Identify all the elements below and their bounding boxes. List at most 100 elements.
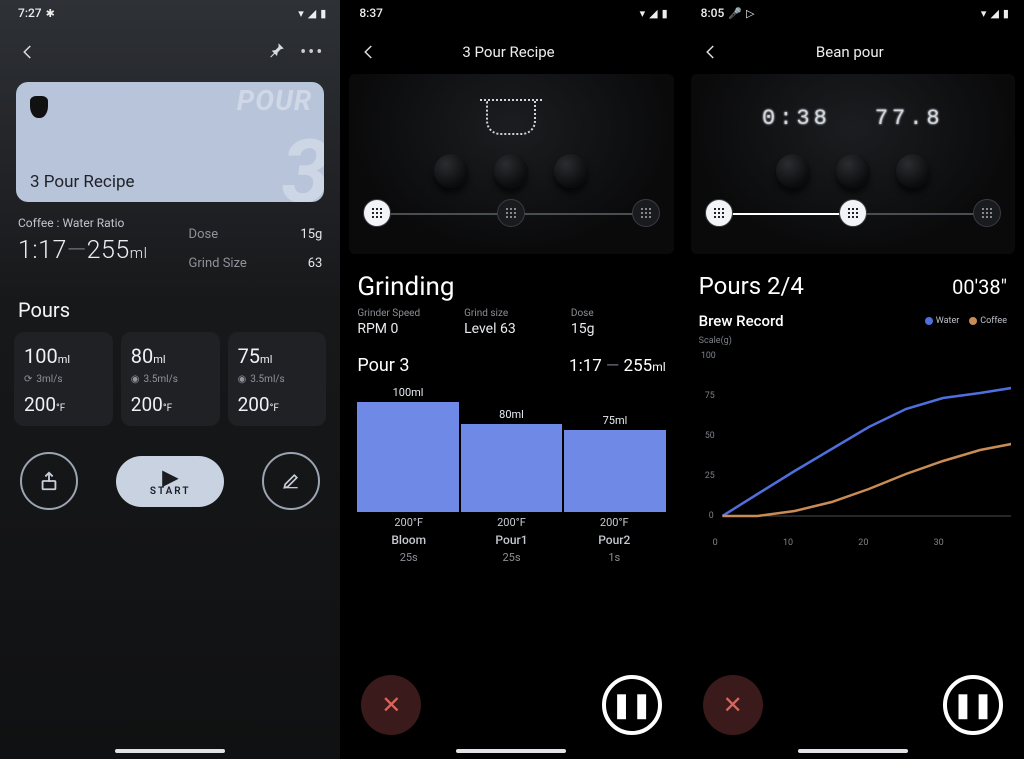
pour-tile[interactable]: 80ml ◉3.5ml/s 200°F [121, 332, 220, 426]
ratio-block: Coffee : Water Ratio 1:17—255ml Dose 15g… [0, 216, 340, 278]
step-dot[interactable] [497, 199, 525, 227]
x-axis-ticks: 0 10 20 30 [683, 536, 1023, 548]
pour-summary-row: Pour 3 1:17 — 255ml [341, 337, 681, 382]
step-dot[interactable] [839, 199, 867, 227]
knob-icon [554, 154, 588, 188]
pours-section-title: Pours [0, 278, 340, 332]
slack-icon: ✱ [46, 7, 55, 20]
legend-coffee-icon [969, 317, 977, 325]
bottom-controls: ✕ ❚❚ [683, 675, 1023, 735]
pours-progress: Pours 2/4 [699, 272, 804, 300]
dose-row: Dose 15g [189, 220, 323, 249]
pour-tile[interactable]: 100ml ⟳3ml/s 200°F [14, 332, 113, 426]
step-track [705, 194, 1001, 232]
back-button[interactable] [10, 34, 46, 70]
bar [461, 424, 562, 512]
grinding-title: Grinding [341, 254, 681, 308]
pause-button[interactable]: ❚❚ [602, 675, 662, 735]
step-track [363, 194, 659, 232]
share-button[interactable] [20, 452, 78, 510]
pause-button[interactable]: ❚❚ [943, 675, 1003, 735]
pour-tile[interactable]: 75ml ◉3.5ml/s 200°F [228, 332, 327, 426]
step-dot[interactable] [973, 199, 1001, 227]
step-dot[interactable] [632, 199, 660, 227]
step-dot[interactable] [363, 199, 391, 227]
display-timer: 0:38 [762, 106, 831, 131]
knob-icon [494, 154, 528, 188]
target-icon: ◉ [131, 374, 140, 385]
grind-row: Grind Size 63 [189, 249, 323, 278]
mic-icon: 🎤 [728, 7, 742, 20]
knob-icon [896, 154, 930, 188]
status-bar: 8:05 🎤 ▷ ▾ ◢ ▮ [683, 0, 1023, 24]
device-preview: 0:38 77.8 [691, 74, 1015, 254]
more-icon[interactable]: ••• [300, 42, 324, 63]
battery-icon: ▮ [1003, 7, 1009, 20]
y-axis-label: Scale(g) [683, 332, 1023, 346]
cup-icon [486, 101, 536, 135]
pin-icon[interactable] [268, 41, 286, 64]
wifi-icon: ▾ [981, 7, 987, 20]
app-bar: 3 Pour Recipe [341, 24, 681, 74]
signal-icon: ◢ [308, 7, 316, 20]
wifi-icon: ▾ [640, 7, 646, 20]
cancel-button[interactable]: ✕ [703, 675, 763, 735]
step-dot[interactable] [705, 199, 733, 227]
svg-text:50: 50 [705, 431, 715, 441]
cancel-button[interactable]: ✕ [361, 675, 421, 735]
screen-recipe-detail: 7:27 ✱ ▾ ◢ ▮ ••• POUR 3 3 Pour Recipe Co… [0, 0, 341, 759]
svg-text:100: 100 [701, 351, 716, 361]
ratio-value: 1:17—255ml [18, 236, 179, 265]
wifi-icon: ▾ [298, 7, 304, 20]
app-bar: Bean pour [683, 24, 1023, 74]
knob-icon [836, 154, 870, 188]
signal-icon: ◢ [990, 7, 998, 20]
home-indicator[interactable] [798, 749, 908, 753]
brew-timer: 00'38" [952, 275, 1007, 299]
chart-legend: Water Coffee [925, 316, 1007, 326]
page-title: 3 Pour Recipe [427, 43, 589, 61]
stat-dose: Dose 15g [571, 308, 666, 337]
edit-button[interactable] [262, 452, 320, 510]
status-time: 7:27 [18, 6, 42, 20]
signal-icon: ◢ [649, 7, 657, 20]
home-indicator[interactable] [456, 749, 566, 753]
app-bar: ••• [0, 24, 340, 74]
back-button[interactable] [693, 34, 729, 70]
play-store-icon: ▷ [746, 7, 754, 20]
bottom-controls: ✕ ❚❚ [341, 675, 681, 735]
brew-record-header: Brew Record Water Coffee [683, 304, 1023, 332]
stat-grind-size: Grind size Level 63 [464, 308, 559, 337]
status-bar: 8:37 ▾ ◢ ▮ [341, 0, 681, 24]
svg-text:0: 0 [708, 511, 713, 521]
battery-icon: ▮ [320, 7, 326, 20]
bar-meta: 200°FBloom25s 200°FPour125s 200°FPour21s [341, 512, 681, 564]
back-button[interactable] [351, 34, 387, 70]
ratio-label: Coffee : Water Ratio [18, 216, 179, 230]
target-icon: ◉ [238, 374, 247, 385]
circulate-icon: ⟳ [24, 374, 32, 385]
bottom-actions: ▶ START [0, 426, 340, 510]
display-weight: 77.8 [875, 106, 944, 131]
pour-bar-chart: 100ml 80ml 75ml [341, 382, 681, 512]
page-title: Bean pour [769, 43, 931, 61]
stat-grinder-speed: Grinder Speed RPM 0 [357, 308, 452, 337]
legend-water-icon [925, 317, 933, 325]
status-time: 8:05 [701, 6, 725, 20]
svg-text:75: 75 [705, 391, 715, 401]
knob-icon [776, 154, 810, 188]
recipe-name: 3 Pour Recipe [30, 172, 135, 192]
bean-icon [30, 96, 48, 118]
device-preview [349, 74, 673, 254]
screen-grinding: 8:37 ▾ ◢ ▮ 3 Pour Recipe Grinding [341, 0, 682, 759]
card-watermark-pour: POUR [237, 84, 313, 117]
svg-text:25: 25 [705, 471, 715, 481]
start-button[interactable]: ▶ START [116, 456, 225, 507]
status-time: 8:37 [359, 6, 383, 20]
screen-bean-pour: 8:05 🎤 ▷ ▾ ◢ ▮ Bean pour 0:38 77.8 [683, 0, 1024, 759]
pours-header: Pours 2/4 00'38" [683, 254, 1023, 304]
home-indicator[interactable] [115, 749, 225, 753]
play-icon: ▶ [162, 470, 177, 484]
recipe-card[interactable]: POUR 3 3 Pour Recipe [16, 82, 324, 202]
battery-icon: ▮ [662, 7, 668, 20]
